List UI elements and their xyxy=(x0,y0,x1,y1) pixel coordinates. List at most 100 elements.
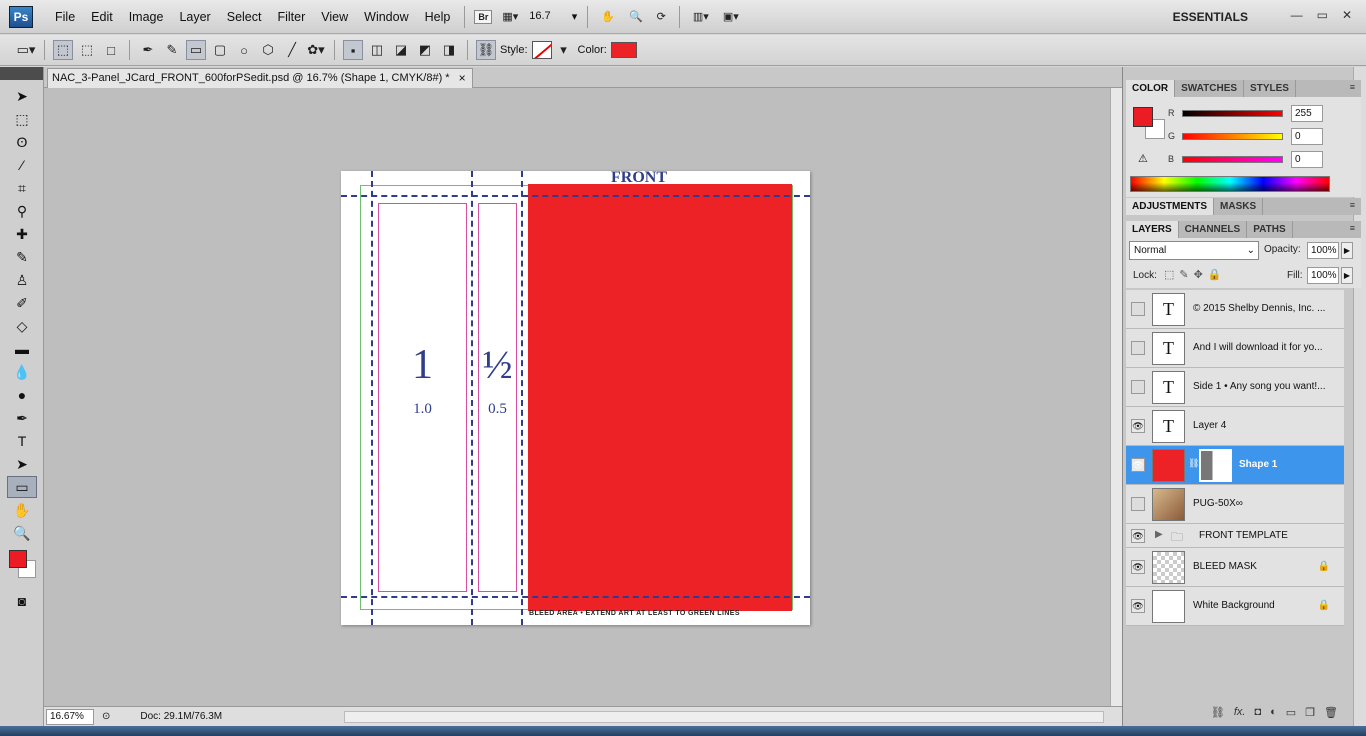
eye-icon[interactable]: 👁 xyxy=(1131,560,1145,574)
exclude-shape-icon[interactable]: ◨ xyxy=(439,40,459,60)
line-icon[interactable]: ╱ xyxy=(282,40,302,60)
magic-wand-tool-icon[interactable]: ⁄ xyxy=(7,154,37,176)
menu-window[interactable]: Window xyxy=(356,10,416,24)
eraser-tool-icon[interactable]: ◇ xyxy=(7,315,37,337)
document-tab[interactable]: NAC_3-Panel_JCard_FRONT_600forPSedit.psd… xyxy=(47,68,473,88)
visibility-toggle[interactable] xyxy=(1131,341,1145,355)
green-value-field[interactable]: 0 xyxy=(1291,127,1323,145)
color-spectrum[interactable] xyxy=(1130,176,1330,192)
red-value-field[interactable]: 255 xyxy=(1291,104,1323,122)
layer-row[interactable]: T Side 1 • Any song you want!... xyxy=(1126,368,1344,407)
layer-row[interactable]: T And I will download it for yo... xyxy=(1126,329,1344,368)
layer-row[interactable]: T © 2015 Shelby Dennis, Inc. ... xyxy=(1126,290,1344,329)
hand-tool-icon[interactable]: ✋ xyxy=(597,8,619,25)
zoom-tool-icon[interactable]: 🔍 xyxy=(7,522,37,544)
add-to-shape-icon[interactable]: ◫ xyxy=(367,40,387,60)
minimize-icon[interactable]: — xyxy=(1291,8,1303,22)
ellipse-icon[interactable]: ○ xyxy=(234,40,254,60)
close-tab-icon[interactable]: × xyxy=(459,69,466,88)
close-icon[interactable]: ✕ xyxy=(1342,8,1352,22)
eye-icon[interactable]: 👁 xyxy=(1131,529,1145,543)
menu-image[interactable]: Image xyxy=(121,10,172,24)
blue-value-field[interactable]: 0 xyxy=(1291,150,1323,168)
layer-row[interactable]: 👁 BLEED MASK 🔒 xyxy=(1126,548,1344,587)
foreground-color-swatch[interactable] xyxy=(9,550,27,568)
eye-icon[interactable]: 👁 xyxy=(1131,458,1145,472)
tool-preset-icon[interactable]: ▭▾ xyxy=(16,40,36,60)
shape-layers-icon[interactable]: ⬚ xyxy=(53,40,73,60)
arrange-documents-icon[interactable]: ▥▾ xyxy=(689,8,713,25)
pen-icon[interactable]: ✒ xyxy=(138,40,158,60)
dodge-tool-icon[interactable]: ● xyxy=(7,384,37,406)
zoom-field[interactable]: 16.67% xyxy=(46,708,94,725)
rounded-rectangle-icon[interactable]: ▢ xyxy=(210,40,230,60)
chevron-down-icon[interactable]: ▾ xyxy=(554,40,574,60)
green-slider[interactable] xyxy=(1182,132,1283,140)
screen-mode-icon[interactable]: ▣▾ xyxy=(719,8,743,25)
menu-edit[interactable]: Edit xyxy=(83,10,121,24)
healing-tool-icon[interactable]: ✚ xyxy=(7,223,37,245)
lasso-tool-icon[interactable]: ʘ xyxy=(7,131,37,153)
tab-adjustments[interactable]: ADJUSTMENTS xyxy=(1126,198,1215,215)
panel-menu-icon[interactable]: ≡ xyxy=(1350,223,1355,233)
move-tool-icon[interactable]: ➤ xyxy=(7,85,37,107)
rectangle-icon[interactable]: ▭ xyxy=(186,40,206,60)
link-icon[interactable]: ⛓ xyxy=(1188,458,1199,469)
view-extras-icon[interactable]: ▦▾ xyxy=(498,8,522,25)
menu-view[interactable]: View xyxy=(313,10,356,24)
eyedropper-tool-icon[interactable]: ⚲ xyxy=(7,200,37,222)
tab-channels[interactable]: CHANNELS xyxy=(1179,221,1248,238)
blue-slider[interactable] xyxy=(1182,155,1283,163)
freeform-pen-icon[interactable]: ✎ xyxy=(162,40,182,60)
new-layer-icon[interactable]: ❐ xyxy=(1305,706,1315,719)
fill-pixels-icon[interactable]: □ xyxy=(101,40,121,60)
new-group-icon[interactable]: ▭ xyxy=(1286,706,1296,719)
blur-tool-icon[interactable]: 💧 xyxy=(7,361,37,383)
layer-row[interactable]: 👁 T Layer 4 xyxy=(1126,407,1344,446)
eye-icon[interactable]: 👁 xyxy=(1131,419,1145,433)
shape-1-rectangle[interactable] xyxy=(528,184,792,611)
panel-menu-icon[interactable]: ≡ xyxy=(1350,82,1355,92)
layer-style-icon[interactable]: fx. xyxy=(1234,706,1246,718)
visibility-toggle[interactable] xyxy=(1131,380,1145,394)
restore-icon[interactable]: ▭ xyxy=(1317,8,1328,22)
expand-arrow-icon[interactable]: ▶ xyxy=(1155,529,1163,540)
subtract-shape-icon[interactable]: ◪ xyxy=(391,40,411,60)
intersect-shape-icon[interactable]: ◩ xyxy=(415,40,435,60)
lock-options[interactable]: ⬚✎✥🔒 xyxy=(1164,268,1227,281)
tab-styles[interactable]: STYLES xyxy=(1244,80,1296,97)
add-mask-icon[interactable]: ◘ xyxy=(1254,706,1261,718)
opacity-arrow-icon[interactable]: ▶ xyxy=(1341,242,1353,259)
tab-layers[interactable]: LAYERS xyxy=(1126,221,1179,238)
menu-help[interactable]: Help xyxy=(417,10,459,24)
style-picker[interactable] xyxy=(531,41,552,59)
zoom-level-select[interactable]: 16.7 ▾ xyxy=(529,10,577,23)
opacity-field[interactable]: 100% xyxy=(1307,242,1339,259)
tab-color[interactable]: COLOR xyxy=(1126,80,1176,97)
shape-color-swatch[interactable] xyxy=(610,42,637,58)
document-canvas[interactable]: 1 1.0 ½ 0.5 FRONT BLEED AREA • EXTEND AR… xyxy=(44,88,1110,706)
layer-row[interactable]: PUG-50X∞ xyxy=(1126,485,1344,524)
zoom-tool-icon[interactable]: 🔍 xyxy=(625,8,647,25)
brush-tool-icon[interactable]: ✎ xyxy=(7,246,37,268)
path-selection-tool-icon[interactable]: ➤ xyxy=(7,453,37,475)
adjustment-layer-icon[interactable]: ◐ xyxy=(1270,706,1277,718)
type-tool-icon[interactable]: T xyxy=(7,430,37,452)
rectangle-tool-icon[interactable]: ▭ xyxy=(7,476,37,498)
marquee-tool-icon[interactable]: ⬚ xyxy=(7,108,37,130)
menu-layer[interactable]: Layer xyxy=(171,10,218,24)
clone-stamp-tool-icon[interactable]: ♙ xyxy=(7,269,37,291)
eye-icon[interactable]: 👁 xyxy=(1131,599,1145,613)
tools-panel-header[interactable] xyxy=(0,67,43,80)
vector-mask-thumb[interactable] xyxy=(1199,449,1232,482)
status-menu-icon[interactable]: ⊙ xyxy=(102,711,110,722)
layer-row-selected[interactable]: 👁 ⛓ Shape 1 xyxy=(1126,446,1344,485)
horizontal-scrollbar[interactable] xyxy=(344,711,1104,723)
quick-mask-icon[interactable]: ◙ xyxy=(7,590,37,612)
fill-field[interactable]: 100% xyxy=(1307,267,1339,284)
layer-row[interactable]: 👁 White Background 🔒 xyxy=(1126,587,1344,626)
rotate-view-icon[interactable]: ⟳ xyxy=(653,8,670,25)
tab-paths[interactable]: PATHS xyxy=(1247,221,1293,238)
link-layers-icon[interactable]: ⛓ xyxy=(1211,706,1225,719)
history-brush-tool-icon[interactable]: ✐ xyxy=(7,292,37,314)
